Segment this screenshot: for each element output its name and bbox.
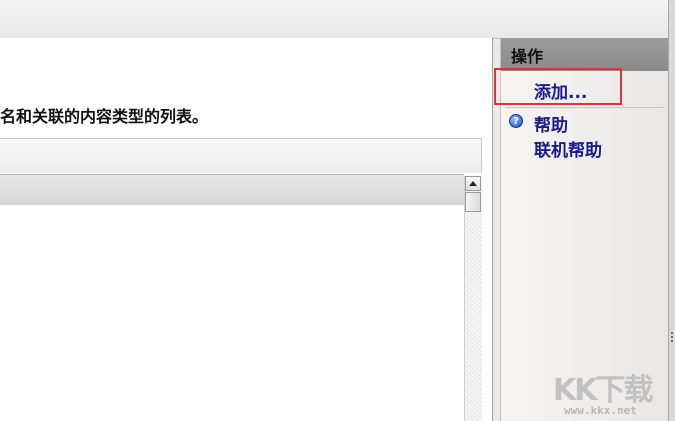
help-action-link[interactable]: 帮助 [534,111,568,136]
add-action-link[interactable]: 添加... [534,78,587,103]
list-column-header[interactable] [0,174,464,206]
filter-toolbar [0,138,482,173]
watermark-url: www.kkx.net [564,404,637,417]
main-content-pane: 名和关联的内容类型的列表。 [0,38,493,421]
online-help-action-link[interactable]: 联机帮助 [534,136,602,161]
help-icon: ? [509,114,523,128]
page-description: 名和关联的内容类型的列表。 [0,107,209,126]
resize-grip[interactable] [671,332,673,342]
arrow-up-icon [469,181,477,186]
mime-type-list[interactable] [0,205,464,421]
scroll-up-button[interactable] [465,176,481,191]
scroll-thumb[interactable] [465,192,481,212]
divider [505,107,665,108]
window-title-bar [0,0,668,39]
list-vertical-scrollbar[interactable] [464,176,482,421]
window-right-border [668,0,675,421]
actions-panel-title: 操作 [501,38,669,71]
watermark-logo: KK下载 [553,373,653,408]
actions-panel: 操作 添加... ? 帮助 联机帮助 KK下载 www.kkx.net [494,38,669,421]
